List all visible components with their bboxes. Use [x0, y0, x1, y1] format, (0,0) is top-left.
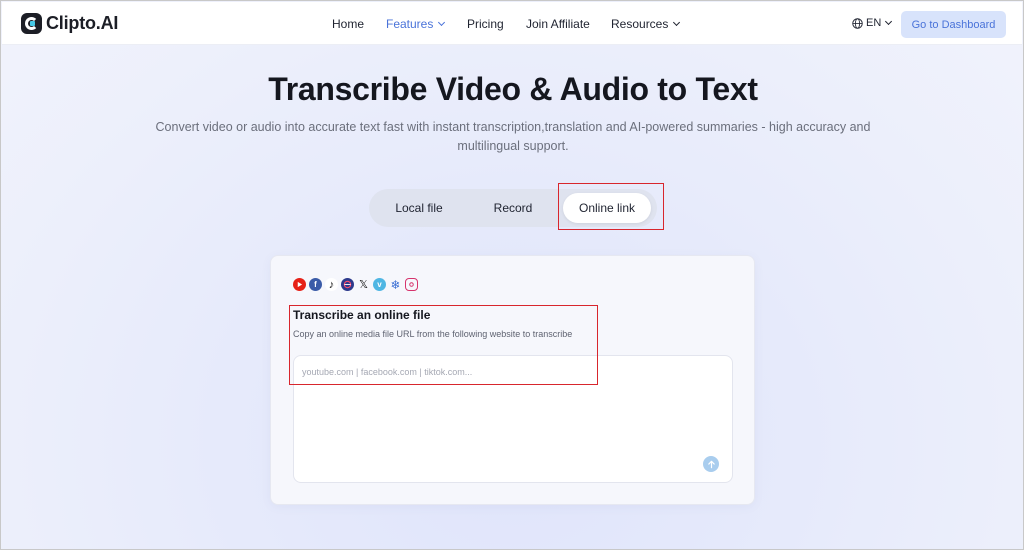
card-title: Transcribe an online file	[293, 308, 431, 322]
instagram-icon	[405, 278, 418, 291]
nav-resources[interactable]: Resources	[611, 17, 681, 31]
youtube-icon	[293, 278, 306, 291]
url-input[interactable]	[302, 364, 682, 380]
page-subtitle: Convert video or audio into accurate tex…	[155, 120, 871, 153]
snowflake-icon: ❄	[390, 277, 401, 292]
tab-local-file[interactable]: Local file	[383, 189, 455, 227]
tab-online-link-label: Online link	[578, 201, 636, 215]
nav-join-affiliate-label: Join Affiliate	[526, 17, 590, 31]
arrow-up-icon	[707, 460, 715, 468]
nav-features-label: Features	[386, 17, 434, 31]
tab-online-link[interactable]: Online link	[563, 193, 651, 223]
nav-features[interactable]: Features	[386, 17, 446, 31]
page-frame: Clipto.AI Home Features Pricing Join Aff…	[0, 0, 1024, 550]
url-input-box[interactable]	[293, 355, 733, 483]
nav-home[interactable]: Home	[332, 17, 364, 31]
brand-logo[interactable]: Clipto.AI	[21, 13, 118, 34]
tiktok-icon: ♪	[325, 278, 338, 291]
page-title: Transcribe Video & Audio to Text	[268, 71, 758, 107]
nav-join-affiliate[interactable]: Join Affiliate	[526, 17, 590, 31]
language-selector[interactable]: EN	[852, 17, 893, 29]
facebook-icon: f	[309, 278, 322, 291]
tab-local-file-label: Local file	[395, 201, 443, 215]
clipto-logo-icon	[21, 13, 42, 34]
nav-pricing-label: Pricing	[467, 17, 504, 31]
top-navbar: Clipto.AI Home Features Pricing Join Aff…	[2, 2, 1022, 45]
vimeo-icon: v	[373, 278, 386, 291]
brand-name: Clipto.AI	[46, 13, 119, 33]
online-link-card: f ♪ 𝕏 v ❄ Transcribe an online file Copy…	[270, 255, 755, 505]
globe-icon	[852, 17, 863, 29]
bilibili-icon	[341, 278, 354, 291]
nav-home-label: Home	[332, 17, 365, 31]
language-label: EN	[866, 17, 882, 29]
chevron-down-icon	[673, 18, 681, 27]
go-to-dashboard-button[interactable]: Go to Dashboard	[901, 11, 1006, 38]
card-description: Copy an online media file URL from the f…	[293, 329, 573, 339]
tab-record-label: Record	[493, 201, 533, 215]
chevron-down-icon	[885, 17, 893, 26]
nav-pricing[interactable]: Pricing	[467, 17, 504, 31]
tab-record[interactable]: Record	[477, 189, 549, 227]
platform-icons: f ♪ 𝕏 v ❄	[293, 277, 418, 292]
x-icon: 𝕏	[359, 279, 368, 291]
source-tabs: Local file Record Online link	[369, 189, 657, 227]
nav-resources-label: Resources	[611, 17, 669, 31]
chevron-down-icon	[438, 18, 446, 27]
submit-button[interactable]	[703, 456, 719, 472]
